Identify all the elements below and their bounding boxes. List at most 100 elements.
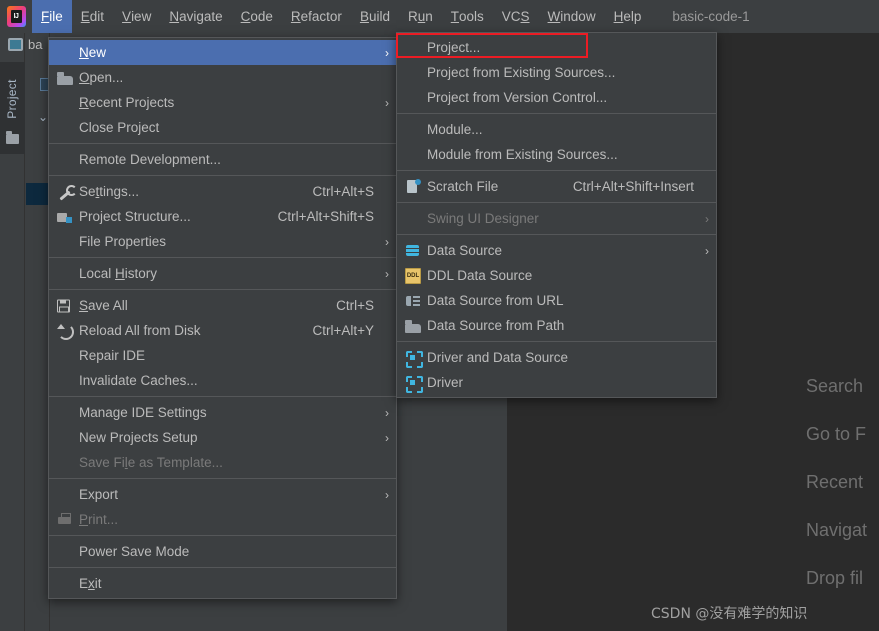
new-submenu-item-shortcut: Ctrl+Alt+Shift+Insert [572,179,694,194]
project-tree-selected-node[interactable] [26,183,50,205]
menubar-item-run[interactable]: Run [399,0,442,33]
sidebar-item-project-label: Project [5,79,19,119]
file-menu-item-print: Print... [49,507,396,532]
menubar-item-edit[interactable]: Edit [72,0,113,33]
new-submenu-item-module-from-existing-sources[interactable]: Module from Existing Sources... [397,142,716,167]
chevron-right-icon: › [385,405,389,420]
new-submenu-item-label: Data Source [427,243,503,258]
file-menu-item-save-all[interactable]: Save All Ctrl+S [49,293,396,318]
new-submenu-item-label: Project from Existing Sources... [427,65,616,80]
file-menu-separator [49,567,396,568]
new-submenu-item-label: DDL Data Source [427,268,533,283]
chevron-down-icon[interactable]: ⌄ [38,110,48,124]
new-submenu-item-data-source[interactable]: Data Source › [397,238,716,263]
new-submenu-item-label: Module... [427,122,483,137]
file-menu-dropdown[interactable]: New › Open... Recent Projects › Close Project… [48,37,397,599]
new-submenu-item-driver-and-data-source[interactable]: Driver and Data Source [397,345,716,370]
new-submenu-item-swing-ui-designer: Swing UI Designer › [397,206,716,231]
sidebar-item-project[interactable]: Project [0,62,25,154]
reload-icon [57,323,74,340]
app-logo[interactable]: IJ [0,0,32,33]
chevron-right-icon: › [385,95,389,110]
new-submenu-item-label: Data Source from URL [427,293,564,308]
chevron-right-icon: › [385,45,389,60]
menubar-item-view[interactable]: View [113,0,160,33]
menubar-item-window[interactable]: Window [539,0,605,33]
file-menu-item-project-structure[interactable]: Project Structure... Ctrl+Alt+Shift+S [49,204,396,229]
new-submenu-separator [397,113,716,114]
new-submenu-item-data-source-from-path[interactable]: Data Source from Path [397,313,716,338]
file-menu-item-local-history[interactable]: Local History › [49,261,396,286]
file-menu-item-reload-all-from-disk[interactable]: Reload All from Disk Ctrl+Alt+Y [49,318,396,343]
menubar-item-help[interactable]: Help [605,0,651,33]
menubar: IJ File Edit View Navigate Code Refactor Build… [0,0,879,33]
file-menu-item-recent-projects[interactable]: Recent Projects › [49,90,396,115]
folder-open-icon [405,319,421,333]
menubar-item-refactor[interactable]: Refactor [282,0,351,33]
new-submenu-item-label: Driver and Data Source [427,350,569,365]
file-menu-item-label: Remote Development... [79,152,221,167]
file-menu-item-repair-ide[interactable]: Repair IDE [49,343,396,368]
file-menu-item-invalidate-caches[interactable]: Invalidate Caches... [49,368,396,393]
new-submenu-item-driver[interactable]: Driver [397,370,716,395]
scratch-file-icon [405,178,421,195]
file-menu-item-file-properties[interactable]: File Properties › [49,229,396,254]
file-menu-item-open[interactable]: Open... [49,65,396,90]
file-menu-separator [49,535,396,536]
wrench-icon [57,184,77,200]
database-icon [405,243,421,259]
chevron-right-icon: › [705,211,709,226]
file-menu-item-remote-development[interactable]: Remote Development... [49,147,396,172]
menubar-item-tools[interactable]: Tools [442,0,493,33]
editor-hint-line: Search [806,376,864,396]
menubar-item-build[interactable]: Build [351,0,399,33]
file-menu-item-export[interactable]: Export › [49,482,396,507]
file-menu-item-new[interactable]: New › [49,40,396,65]
file-menu-item-settings[interactable]: Settings... Ctrl+Alt+S [49,179,396,204]
save-icon [57,299,70,312]
menubar-item-navigate[interactable]: Navigate [160,0,231,33]
chevron-right-icon: › [385,234,389,249]
new-submenu-item-project-from-version-control[interactable]: Project from Version Control... [397,85,716,110]
file-menu-item-label: Reload All from Disk [79,323,201,338]
project-tab-chip[interactable]: ba [8,37,42,52]
new-submenu-dropdown[interactable]: Project... Project from Existing Sources.… [396,32,717,398]
file-menu-separator [49,175,396,176]
new-submenu-item-module[interactable]: Module... [397,117,716,142]
menubar-item-code[interactable]: Code [232,0,282,33]
new-submenu-item-ddl-data-source[interactable]: DDL Data Source [397,263,716,288]
file-menu-item-shortcut: Ctrl+Alt+Y [312,323,374,338]
file-menu-item-label: Invalidate Caches... [79,373,198,388]
file-menu-item-label: Export [79,487,119,502]
file-menu-item-shortcut: Ctrl+S [336,298,374,313]
new-submenu-item-label: Driver [427,375,463,390]
new-submenu-item-label: Module from Existing Sources... [427,147,618,162]
file-menu-item-exit[interactable]: Exit [49,571,396,596]
new-submenu-item-scratch-file[interactable]: Scratch File Ctrl+Alt+Shift+Insert [397,174,716,199]
new-submenu-item-label: Scratch File [427,179,499,194]
new-submenu-item-label: Swing UI Designer [427,211,539,226]
file-menu-item-close-project[interactable]: Close Project [49,115,396,140]
file-menu-item-label: New [79,45,107,60]
new-submenu-item-project-from-existing-sources[interactable]: Project from Existing Sources... [397,60,716,85]
driver-icon [405,350,423,368]
chevron-right-icon: › [705,243,709,258]
file-menu-item-power-save-mode[interactable]: Power Save Mode [49,539,396,564]
menubar-item-file[interactable]: File [32,0,72,33]
new-submenu-item-project[interactable]: Project... [397,35,716,60]
file-menu-item-label: Save File as Template... [79,455,223,470]
editor-hint-line: Go to F [806,424,867,444]
file-menu-item-label: Close Project [79,120,160,135]
new-submenu-item-data-source-from-url[interactable]: Data Source from URL [397,288,716,313]
menubar-item-vcs[interactable]: VC S [493,0,539,33]
file-menu-item-manage-ide-settings[interactable]: Manage IDE Settings › [49,400,396,425]
file-menu-separator [49,478,396,479]
file-menu-item-new-projects-setup[interactable]: New Projects Setup › [49,425,396,450]
url-icon [405,293,421,309]
editor-hint-line: Drop fil [806,568,864,588]
chevron-right-icon: › [385,430,389,445]
file-menu-item-save-file-as-template: Save File as Template... [49,450,396,475]
file-menu-separator [49,257,396,258]
new-submenu-item-label: Project from Version Control... [427,90,608,105]
watermark: CSDN @没有难学的知识 [651,606,808,622]
